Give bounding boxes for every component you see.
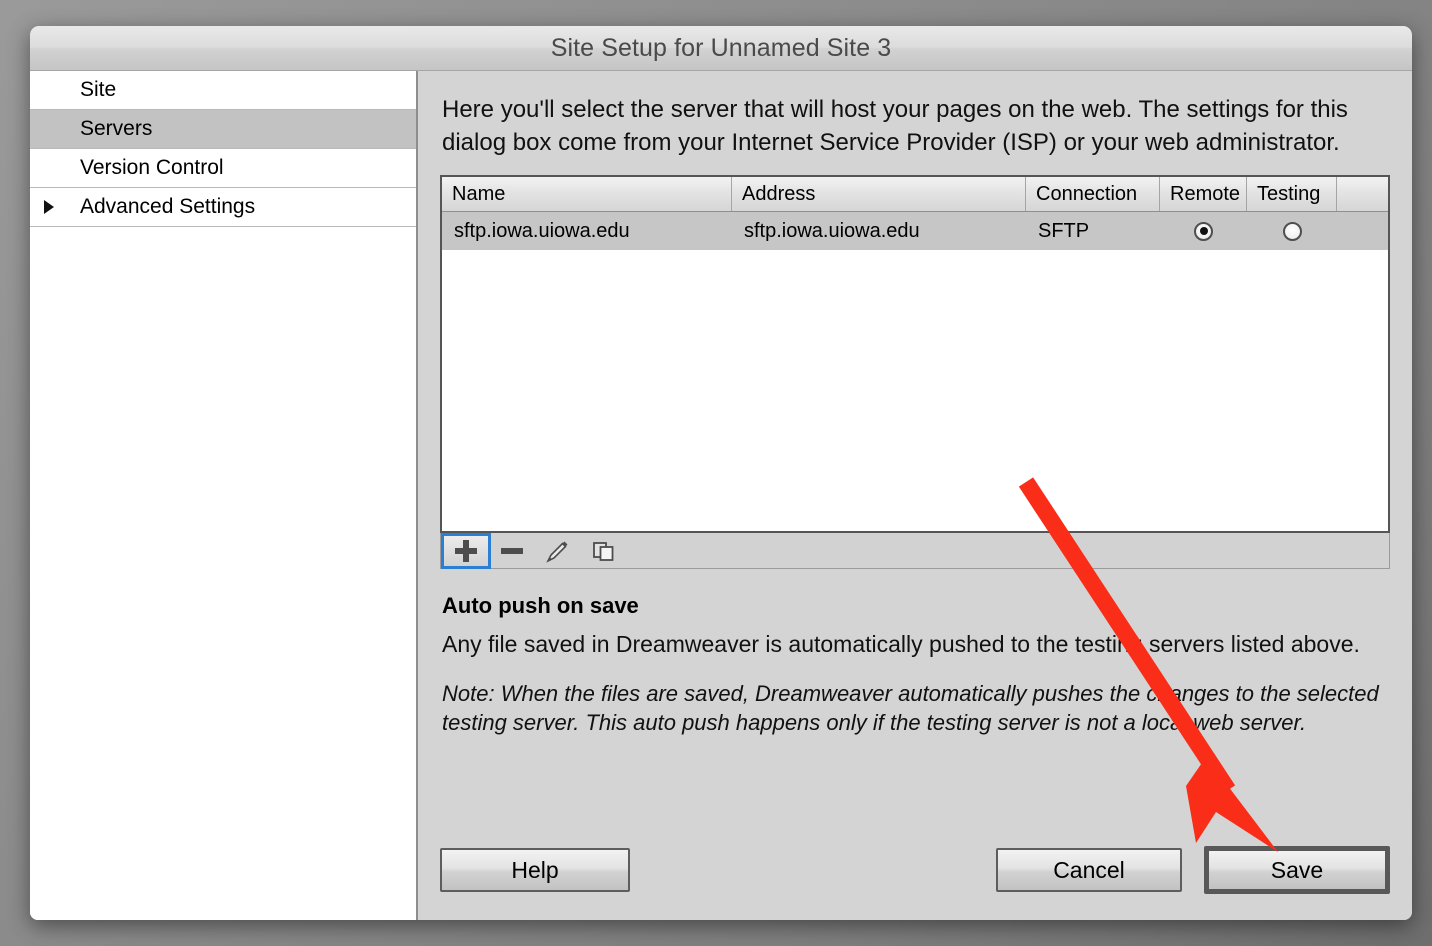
cell-server-testing[interactable] [1247,212,1337,250]
dialog-title: Site Setup for Unnamed Site 3 [550,33,892,62]
column-header-address[interactable]: Address [732,177,1026,211]
sidebar-item-servers[interactable]: Servers [30,110,416,149]
remote-radio-button[interactable] [1194,221,1213,241]
duplicate-server-button[interactable] [581,535,627,567]
servers-pane: Here you'll select the server that will … [418,71,1412,920]
servers-table-header: Name Address Connection Remote Testing [442,177,1388,212]
minus-icon [501,547,523,554]
servers-toolbar [440,532,1390,569]
auto-push-body: Any file saved in Dreamweaver is automat… [442,631,1360,657]
add-server-button[interactable] [441,532,491,569]
sidebar-item-version-control[interactable]: Version Control [30,149,416,188]
auto-push-note: Note: When the files are saved, Dreamwea… [442,681,1379,735]
site-setup-dialog: Site Setup for Unnamed Site 3 Site Serve… [30,26,1412,920]
sidebar-item-advanced-settings[interactable]: Advanced Settings [30,188,416,227]
sidebar-item-label: Site [80,78,117,101]
disclosure-triangle-icon[interactable] [44,200,54,214]
column-header-spacer [1337,177,1388,211]
pane-description: Here you'll select the server that will … [442,96,1348,156]
column-header-remote[interactable]: Remote [1160,177,1247,211]
help-button[interactable]: Help [440,848,630,892]
duplicate-icon [593,541,614,561]
cell-server-connection: SFTP [1038,219,1090,242]
cell-server-address: sftp.iowa.uiowa.edu [744,219,920,242]
servers-table: Name Address Connection Remote Testing s… [440,175,1390,533]
servers-list-empty-area[interactable] [442,250,1388,531]
sidebar-item-label: Servers [80,117,153,140]
column-header-testing[interactable]: Testing [1247,177,1337,211]
category-sidebar: Site Servers Version Control Advanced Se… [30,71,418,920]
table-row[interactable]: sftp.iowa.uiowa.edu sftp.iowa.uiowa.edu … [442,212,1388,250]
sidebar-item-label: Advanced Settings [80,195,256,218]
cancel-button[interactable]: Cancel [996,848,1182,892]
cell-spacer [1337,212,1388,250]
dialog-body: Site Servers Version Control Advanced Se… [30,71,1412,920]
sidebar-item-label: Version Control [80,156,224,179]
pencil-icon [546,541,568,563]
testing-radio-button[interactable] [1282,221,1302,241]
dialog-footer: Help Cancel Save [440,846,1390,920]
remove-server-button[interactable] [489,535,535,567]
column-header-name[interactable]: Name [442,177,732,211]
cell-server-name: sftp.iowa.uiowa.edu [454,219,630,242]
save-button[interactable]: Save [1204,846,1390,894]
cell-server-remote[interactable] [1160,212,1247,250]
column-header-connection[interactable]: Connection [1026,177,1160,211]
sidebar-item-site[interactable]: Site [30,71,416,110]
dialog-titlebar: Site Setup for Unnamed Site 3 [30,26,1412,71]
auto-push-heading: Auto push on save [442,593,639,618]
edit-server-button[interactable] [535,535,581,567]
sidebar-empty-area [30,227,416,920]
